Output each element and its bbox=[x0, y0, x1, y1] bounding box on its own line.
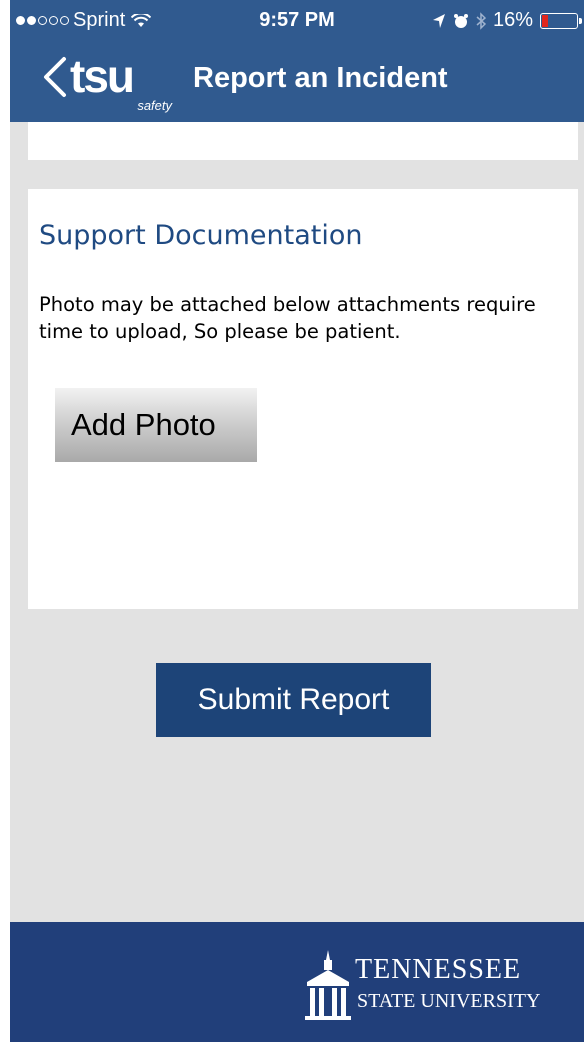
page-title: Report an Incident bbox=[193, 62, 448, 94]
section-description: Photo may be attached below attachments … bbox=[39, 293, 536, 343]
battery-level-fill bbox=[542, 14, 548, 27]
add-photo-button[interactable]: Add Photo bbox=[55, 388, 257, 462]
footer-logo-line2: STATE UNIVERSITY bbox=[357, 990, 541, 1012]
logo-subtext: safety bbox=[137, 98, 172, 113]
submit-report-button[interactable]: Submit Report bbox=[156, 663, 431, 737]
nav-bar: tsu safety Report an Incident bbox=[10, 40, 584, 122]
footer: TENNESSEE STATE UNIVERSITY bbox=[10, 922, 584, 1042]
battery-percent: 16% bbox=[492, 9, 533, 31]
status-right: 16% bbox=[432, 9, 582, 32]
bluetooth-icon bbox=[476, 11, 486, 30]
app-header: Sprint 9:57 PM 16% tsu safety Report an … bbox=[10, 0, 584, 122]
previous-card-bottom bbox=[28, 122, 578, 160]
logo-mark: tsu bbox=[70, 50, 135, 102]
section-title: Support Documentation bbox=[39, 220, 363, 251]
tsu-footer-logo: TENNESSEE STATE UNIVERSITY bbox=[303, 948, 553, 1020]
footer-logo-line1: TENNESSEE bbox=[355, 954, 522, 985]
support-documentation-card: Support Documentation Photo may be attac… bbox=[28, 189, 578, 609]
battery-icon bbox=[540, 12, 582, 29]
tsu-building-icon bbox=[305, 950, 351, 1020]
chevron-left-icon[interactable] bbox=[40, 56, 68, 98]
tsu-safety-logo: tsu safety bbox=[70, 48, 180, 114]
status-bar: Sprint 9:57 PM 16% bbox=[10, 0, 584, 40]
main-content[interactable]: Support Documentation Photo may be attac… bbox=[10, 122, 584, 922]
alarm-icon bbox=[453, 13, 468, 28]
location-arrow-icon bbox=[432, 13, 445, 28]
